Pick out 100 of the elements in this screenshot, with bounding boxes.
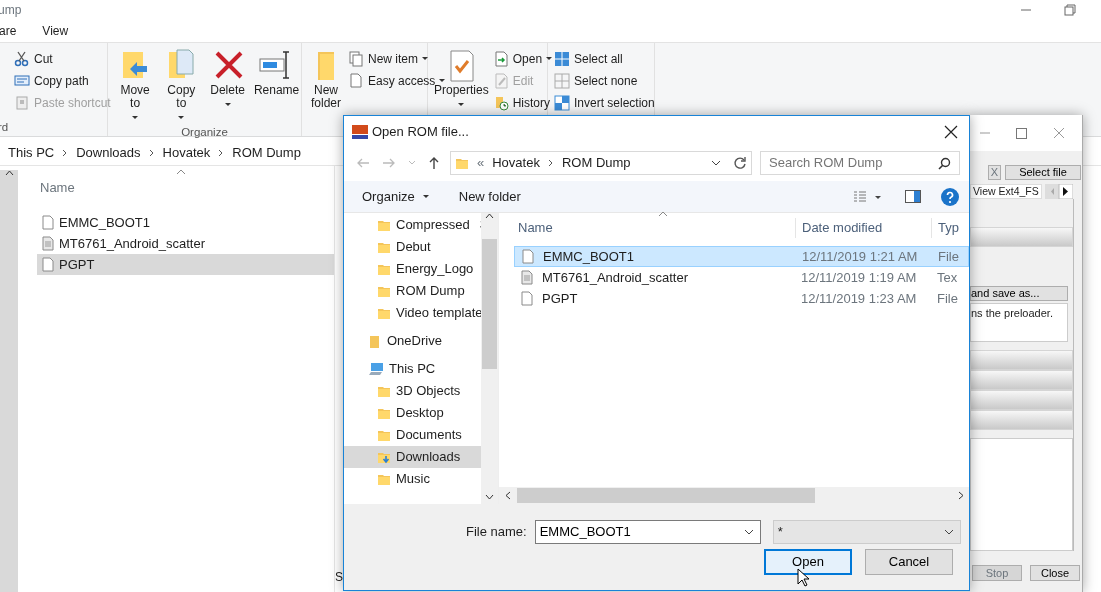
search-icon[interactable]	[938, 156, 951, 170]
breadcrumb-item[interactable]: ROM Dump	[232, 142, 301, 163]
scroll-up-icon[interactable]	[4, 170, 14, 176]
description-text: ns the preloader.	[970, 303, 1068, 342]
select-all-icon	[554, 50, 570, 67]
scissors-icon	[14, 50, 30, 67]
organize-button[interactable]: Organize	[362, 186, 429, 207]
ribbon-tab[interactable]: are	[0, 22, 17, 40]
file-name-field[interactable]: EMMC_BOOT1	[534, 520, 761, 544]
ribbon-tab[interactable]: View	[42, 22, 69, 40]
new-item-icon	[348, 50, 364, 67]
paste-icon	[14, 94, 30, 111]
nav-item[interactable]: ROM Dump	[344, 280, 481, 302]
dialog-title: Open ROM file...	[372, 122, 469, 141]
ribbon-button[interactable]: Cut	[14, 49, 111, 68]
file-icon	[521, 248, 535, 265]
chevron-icon	[218, 148, 225, 157]
file-icon	[41, 214, 55, 231]
dialog-button[interactable]: Cancel	[865, 549, 953, 575]
dropdown-icon	[743, 529, 754, 535]
tab-scroll-arrows-icon[interactable]	[1044, 184, 1073, 199]
app-logo-icon	[352, 124, 368, 139]
ribbon-button[interactable]: Select none	[554, 71, 655, 90]
close-icon[interactable]	[944, 124, 958, 139]
file-row[interactable]: MT6761_Android_scatter 12/11/2019 1:19 AM Tex	[514, 267, 969, 288]
help-icon[interactable]	[941, 187, 959, 206]
ribbon-button[interactable]: Move to	[114, 46, 157, 124]
up-arrow-icon[interactable]	[428, 156, 440, 170]
scrollbar[interactable]	[481, 213, 498, 504]
field-label: File name:	[466, 523, 527, 542]
ribbon-button[interactable]: Copy path	[14, 71, 111, 90]
scrollbar[interactable]	[499, 487, 969, 504]
file-row[interactable]: EMMC_BOOT1	[37, 212, 334, 233]
nav-item[interactable]: Downloads	[344, 446, 481, 468]
breadcrumb-item[interactable]: This PC	[8, 142, 55, 163]
address-bar[interactable]: « Hovatek ROM Dump	[450, 151, 752, 175]
copy-path-icon	[14, 72, 30, 89]
nav-item[interactable]: 3D Objects	[344, 380, 481, 402]
scroll-up-icon[interactable]	[485, 213, 494, 219]
ribbon-button[interactable]: Copy to	[160, 46, 203, 124]
nav-item[interactable]: Energy_Logo	[344, 258, 481, 280]
text-file-icon	[520, 269, 534, 286]
chevron-icon	[62, 148, 69, 157]
nav-item[interactable]: OneDrive	[344, 330, 481, 352]
nav-item[interactable]: Desktop	[344, 402, 481, 424]
file-row[interactable]: PGPT 12/11/2019 1:23 AM File	[514, 288, 969, 309]
view-options-icon[interactable]	[853, 190, 881, 203]
tab[interactable]: View Ext4_FS	[970, 184, 1042, 199]
file-type-dropdown[interactable]: *	[772, 520, 961, 544]
refresh-icon[interactable]	[733, 156, 747, 170]
ribbon-button[interactable]: Select all	[554, 49, 655, 68]
file-row[interactable]: MT6761_Android_scatter	[37, 233, 334, 254]
preview-pane-icon[interactable]	[905, 190, 921, 203]
nav-item[interactable]: Documents	[344, 424, 481, 446]
ribbon-button[interactable]: Open	[492, 49, 553, 68]
restore-icon[interactable]	[1064, 4, 1076, 16]
breadcrumb-item[interactable]: Downloads	[76, 142, 141, 163]
nav-item[interactable]: Debut	[344, 236, 481, 258]
maximize-icon[interactable]	[1016, 127, 1027, 139]
mouse-pointer-icon	[797, 568, 809, 587]
search-input[interactable]: Search ROM Dump	[761, 152, 938, 174]
breadcrumb-item[interactable]: Hovatek	[492, 153, 540, 173]
breadcrumb-item[interactable]: ROM Dump	[561, 153, 631, 173]
ribbon-button[interactable]: Invert selection	[554, 93, 655, 112]
ribbon-button[interactable]: History	[492, 93, 553, 112]
open-icon	[492, 50, 509, 67]
text-file-icon	[41, 235, 55, 252]
ribbon-button[interactable]: Delete	[206, 46, 249, 124]
file-row[interactable]: EMMC_BOOT1 12/11/2019 1:21 AM File	[514, 246, 969, 267]
group-label: Organize	[181, 125, 228, 138]
scroll-left-icon[interactable]	[505, 491, 511, 500]
search-field[interactable]: Search ROM Dump	[760, 151, 960, 175]
new-folder-button[interactable]: New folder	[458, 186, 521, 207]
clear-button[interactable]: X	[988, 165, 1001, 180]
save-button[interactable]: and save as...	[970, 286, 1068, 301]
dropdown-icon[interactable]	[711, 160, 721, 166]
nav-item[interactable]: Music	[344, 468, 481, 490]
nav-item[interactable]: This PC	[344, 358, 481, 380]
file-row[interactable]: PGPT	[37, 254, 334, 275]
chevron-icon	[148, 148, 155, 157]
window-button[interactable]: Close	[1030, 565, 1080, 581]
select-file-button[interactable]: Select file	[1005, 165, 1081, 180]
column-header[interactable]: Name	[40, 177, 75, 197]
column-header[interactable]: Typ	[931, 218, 971, 238]
overflow-mark: «	[477, 154, 485, 173]
chevron-icon	[547, 159, 554, 167]
ribbon-button[interactable]: New folder	[308, 46, 344, 119]
breadcrumb-item[interactable]: Hovatek	[162, 142, 211, 163]
scrollbar[interactable]	[0, 170, 18, 592]
file-name-input[interactable]: EMMC_BOOT1	[535, 521, 744, 543]
scroll-right-icon[interactable]	[958, 491, 964, 500]
column-header[interactable]: Name	[499, 218, 795, 238]
dropdown-icon	[943, 529, 954, 535]
column-header[interactable]: Date modified	[795, 218, 931, 238]
file-icon	[348, 72, 364, 89]
file-icon	[520, 290, 534, 307]
dialog-button[interactable]: Open	[764, 549, 852, 575]
select-none-icon	[554, 72, 570, 89]
computer-icon	[368, 362, 384, 376]
scroll-down-icon[interactable]	[485, 494, 494, 500]
